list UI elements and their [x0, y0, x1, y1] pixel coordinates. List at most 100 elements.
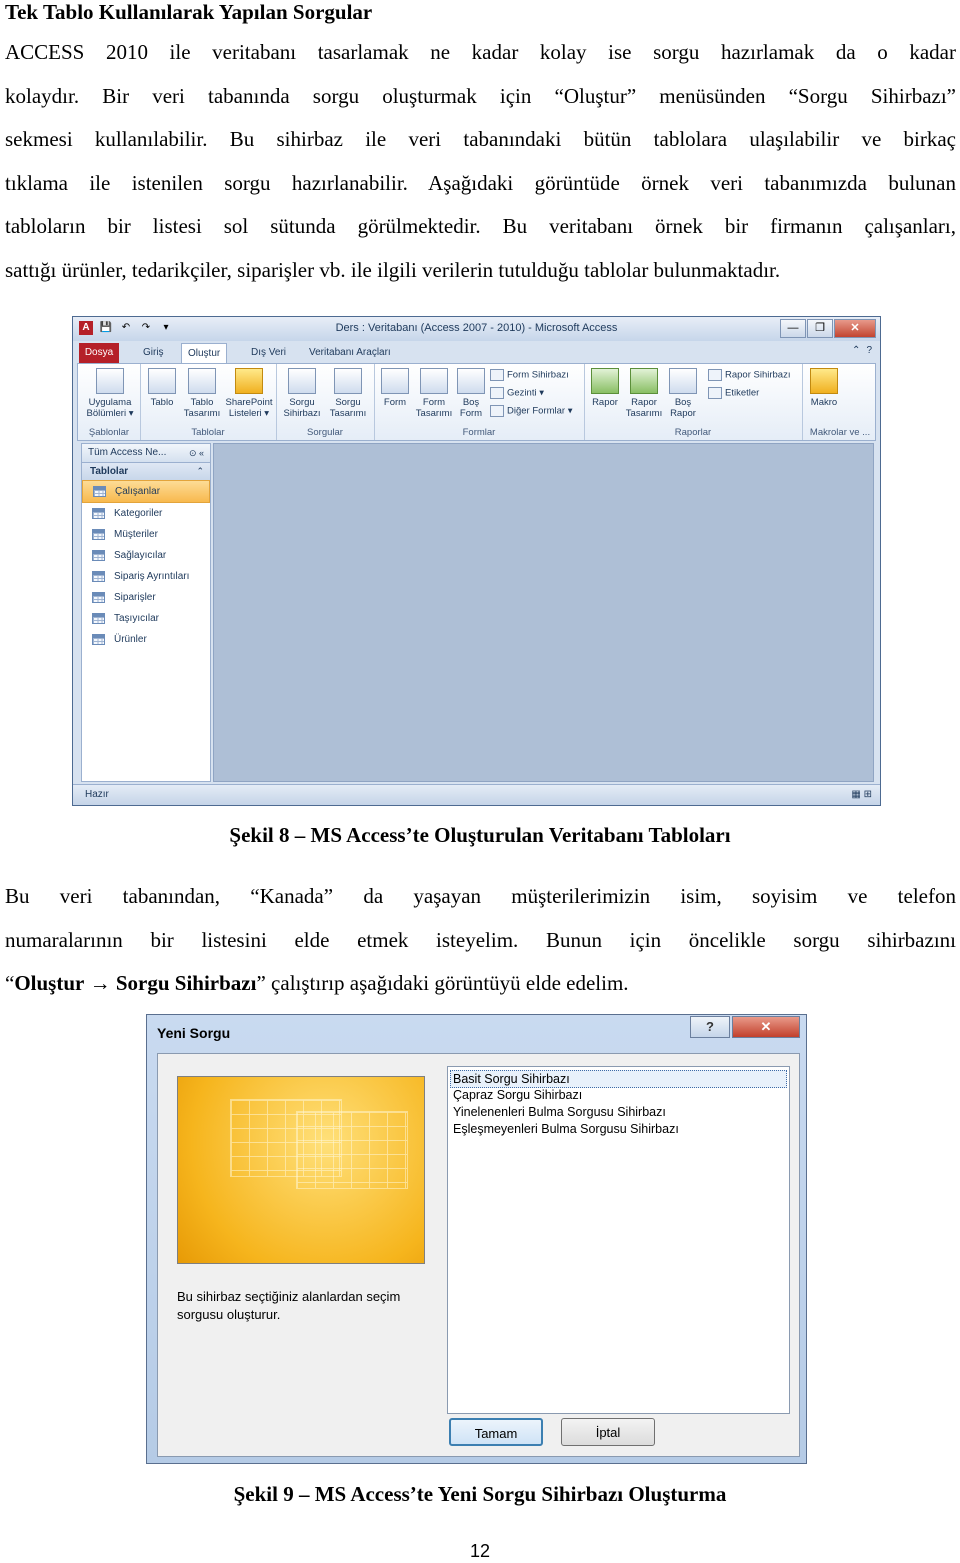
- labels-icon: [708, 387, 722, 399]
- sharepoint-lists-button[interactable]: SharePoint Listeleri ▾: [224, 368, 274, 419]
- nav-item-tasiyicilar[interactable]: Taşıyıcılar: [82, 608, 210, 629]
- group-label: Formlar: [462, 427, 496, 438]
- close-button[interactable]: ✕: [834, 319, 876, 338]
- cancel-button[interactable]: İptal: [561, 1418, 655, 1446]
- report-design-button[interactable]: Rapor Tasarımı: [624, 368, 664, 419]
- nav-item-label: Kategoriler: [114, 508, 163, 519]
- tab-veritabani-araclari[interactable]: Veritabanı Araçları: [303, 343, 397, 363]
- figure-8-caption: Şekil 8 – MS Access’te Oluşturulan Verit…: [229, 823, 731, 847]
- form-button[interactable]: Form: [378, 368, 412, 408]
- query-wizard-button[interactable]: Sorgu Sihirbazı: [280, 368, 324, 419]
- table-icon: [148, 368, 176, 394]
- new-query-dialog-figure: Yeni Sorgu ? ✕ Bu sihirbaz seçtiğiniz al…: [146, 1014, 807, 1464]
- table-icon: [92, 529, 105, 540]
- option-basit-sorgu-sihirbazi[interactable]: Basit Sorgu Sihirbazı: [450, 1070, 787, 1088]
- nav-section-tablolar[interactable]: Tablolar ⌃: [82, 463, 210, 480]
- labels-button[interactable]: Etiketler: [708, 387, 759, 399]
- group-label: Raporlar: [674, 427, 712, 438]
- ribbon-group-raporlar: Rapor Rapor Tasarımı Boş Rapor Rapor Sih…: [584, 364, 803, 440]
- paragraph-line: “Oluştur → Sorgu Sihirbazı” çalıştırıp a…: [5, 962, 956, 1006]
- section-heading: Tek Tablo Kullanılarak Yapılan Sorgular: [5, 0, 373, 24]
- blank-report-button[interactable]: Boş Rapor: [666, 368, 700, 419]
- navigation-button[interactable]: Gezinti ▾: [490, 387, 544, 399]
- tab-olustur[interactable]: Oluştur: [181, 343, 228, 365]
- app-parts-button[interactable]: Uygulama Bölümleri ▾: [82, 368, 138, 419]
- line-rest: çalıştırıp aşağıdaki görüntüyü elde edel…: [265, 971, 629, 995]
- table-icon: [92, 571, 105, 582]
- blank-report-label: Boş Rapor: [670, 397, 696, 419]
- tab-dosya[interactable]: Dosya: [79, 343, 119, 363]
- table-icon: [92, 550, 105, 561]
- query-wizard-label: Sorgu Sihirbazı: [283, 397, 321, 419]
- close-button[interactable]: ✕: [732, 1016, 800, 1038]
- blank-form-icon: [457, 368, 485, 394]
- option-capraz-sorgu-sihirbazi[interactable]: Çapraz Sorgu Sihirbazı: [451, 1087, 584, 1103]
- form-design-button[interactable]: Form Tasarımı: [414, 368, 454, 419]
- page-number: 12: [469, 1541, 491, 1561]
- nav-item-calisanlar[interactable]: Çalışanlar: [82, 480, 210, 503]
- form-design-label: Form Tasarımı: [415, 397, 453, 419]
- paragraph-line: sattığı ürünler, tedarikçiler, siparişle…: [5, 257, 781, 282]
- more-forms-icon: [490, 405, 504, 417]
- figure-9-caption: Şekil 9 – MS Access’te Yeni Sorgu Sihirb…: [233, 1482, 727, 1506]
- nav-item-label: Sağlayıcılar: [114, 550, 167, 561]
- wizard-type-list[interactable]: Basit Sorgu Sihirbazı Çapraz Sorgu Sihir…: [447, 1066, 790, 1414]
- form-wizard-label: Form Sihirbazı: [507, 369, 569, 381]
- nav-item-urunler[interactable]: Ürünler: [82, 629, 210, 650]
- help-button[interactable]: ?: [690, 1016, 730, 1038]
- paragraph-line: sekmesi kullanılabilir. Bu sihirbaz ile …: [5, 127, 956, 151]
- nav-item-musteriler[interactable]: Müşteriler: [82, 524, 210, 545]
- ribbon-group-formlar: Form Form Tasarımı Boş Form Form Sihirba…: [374, 364, 585, 440]
- tab-giris[interactable]: Giriş: [137, 343, 170, 363]
- table-icon: [92, 634, 105, 645]
- dialog-title-buttons: ? ✕: [690, 1016, 800, 1038]
- bold-sorgu-sihirbazi: Sorgu Sihirbazı: [115, 971, 257, 995]
- minimize-ribbon-icon[interactable]: ⌃: [852, 345, 860, 356]
- app-parts-icon: [96, 368, 124, 394]
- table-label: Tablo: [150, 397, 174, 408]
- report-label: Rapor: [592, 397, 618, 408]
- report-button[interactable]: Rapor: [588, 368, 622, 408]
- macro-button[interactable]: Makro: [806, 368, 842, 408]
- option-yinelenenleri-bulma[interactable]: Yinelenenleri Bulma Sorgusu Sihirbazı: [451, 1104, 668, 1120]
- nav-pane-header[interactable]: Tüm Access Ne... ⊙ «: [82, 444, 210, 463]
- tab-dis-veri[interactable]: Dış Veri: [245, 343, 292, 363]
- arrow-glyph: →: [89, 971, 111, 995]
- ribbon-help-controls: ⌃ ?: [852, 345, 872, 356]
- nav-pane-controls-icon[interactable]: ⊙ «: [189, 444, 204, 462]
- paragraph-line: Bu veri tabanından, “Kanada” da yaşayan …: [5, 884, 956, 908]
- window-title: Ders : Veritabanı (Access 2007 - 2010) -…: [335, 322, 618, 334]
- blank-form-button[interactable]: Boş Form: [456, 368, 486, 419]
- form-wizard-button[interactable]: Form Sihirbazı: [490, 369, 569, 381]
- navigation-pane: Tüm Access Ne... ⊙ « Tablolar ⌃ Çalışanl…: [81, 443, 211, 782]
- more-forms-button[interactable]: Diğer Formlar ▾: [490, 405, 572, 417]
- query-design-button[interactable]: Sorgu Tasarımı: [326, 368, 370, 419]
- minimize-button[interactable]: —: [780, 319, 806, 338]
- nav-item-siparisler[interactable]: Siparişler: [82, 587, 210, 608]
- report-design-icon: [630, 368, 658, 394]
- ok-button[interactable]: Tamam: [449, 1418, 543, 1446]
- report-design-label: Rapor Tasarımı: [625, 397, 663, 419]
- help-icon[interactable]: ?: [866, 345, 872, 356]
- ribbon-group-sorgular: Sorgu Sihirbazı Sorgu Tasarımı Sorgular: [276, 364, 375, 440]
- maximize-button[interactable]: ❐: [807, 319, 833, 338]
- table-design-button[interactable]: Tablo Tasarımı: [182, 368, 222, 419]
- collapse-icon[interactable]: ⌃: [196, 463, 204, 480]
- nav-item-label: Müşteriler: [114, 529, 158, 540]
- nav-item-siparis-ayrintilari[interactable]: Sipariş Ayrıntıları: [82, 566, 210, 587]
- nav-item-kategoriler[interactable]: Kategoriler: [82, 503, 210, 524]
- report-wizard-icon: [708, 369, 722, 381]
- group-label: Sorgular: [307, 427, 343, 438]
- report-wizard-button[interactable]: Rapor Sihirbazı: [708, 369, 790, 381]
- workspace-area: [213, 443, 874, 782]
- wizard-description: Bu sihirbaz seçtiğiniz alanlardan seçim …: [177, 1289, 401, 1322]
- report-icon: [591, 368, 619, 394]
- dialog-body: Bu sihirbaz seçtiğiniz alanlardan seçim …: [157, 1053, 800, 1457]
- table-button[interactable]: Tablo: [144, 368, 180, 408]
- nav-item-label: Ürünler: [114, 634, 147, 645]
- nav-item-saglayicilar[interactable]: Sağlayıcılar: [82, 545, 210, 566]
- view-switcher-icons[interactable]: ▦ ⊞: [851, 789, 872, 800]
- table-design-icon: [188, 368, 216, 394]
- option-eslesmeyenleri-bulma[interactable]: Eşleşmeyenleri Bulma Sorgusu Sihirbazı: [451, 1121, 681, 1137]
- table-icon: [92, 592, 105, 603]
